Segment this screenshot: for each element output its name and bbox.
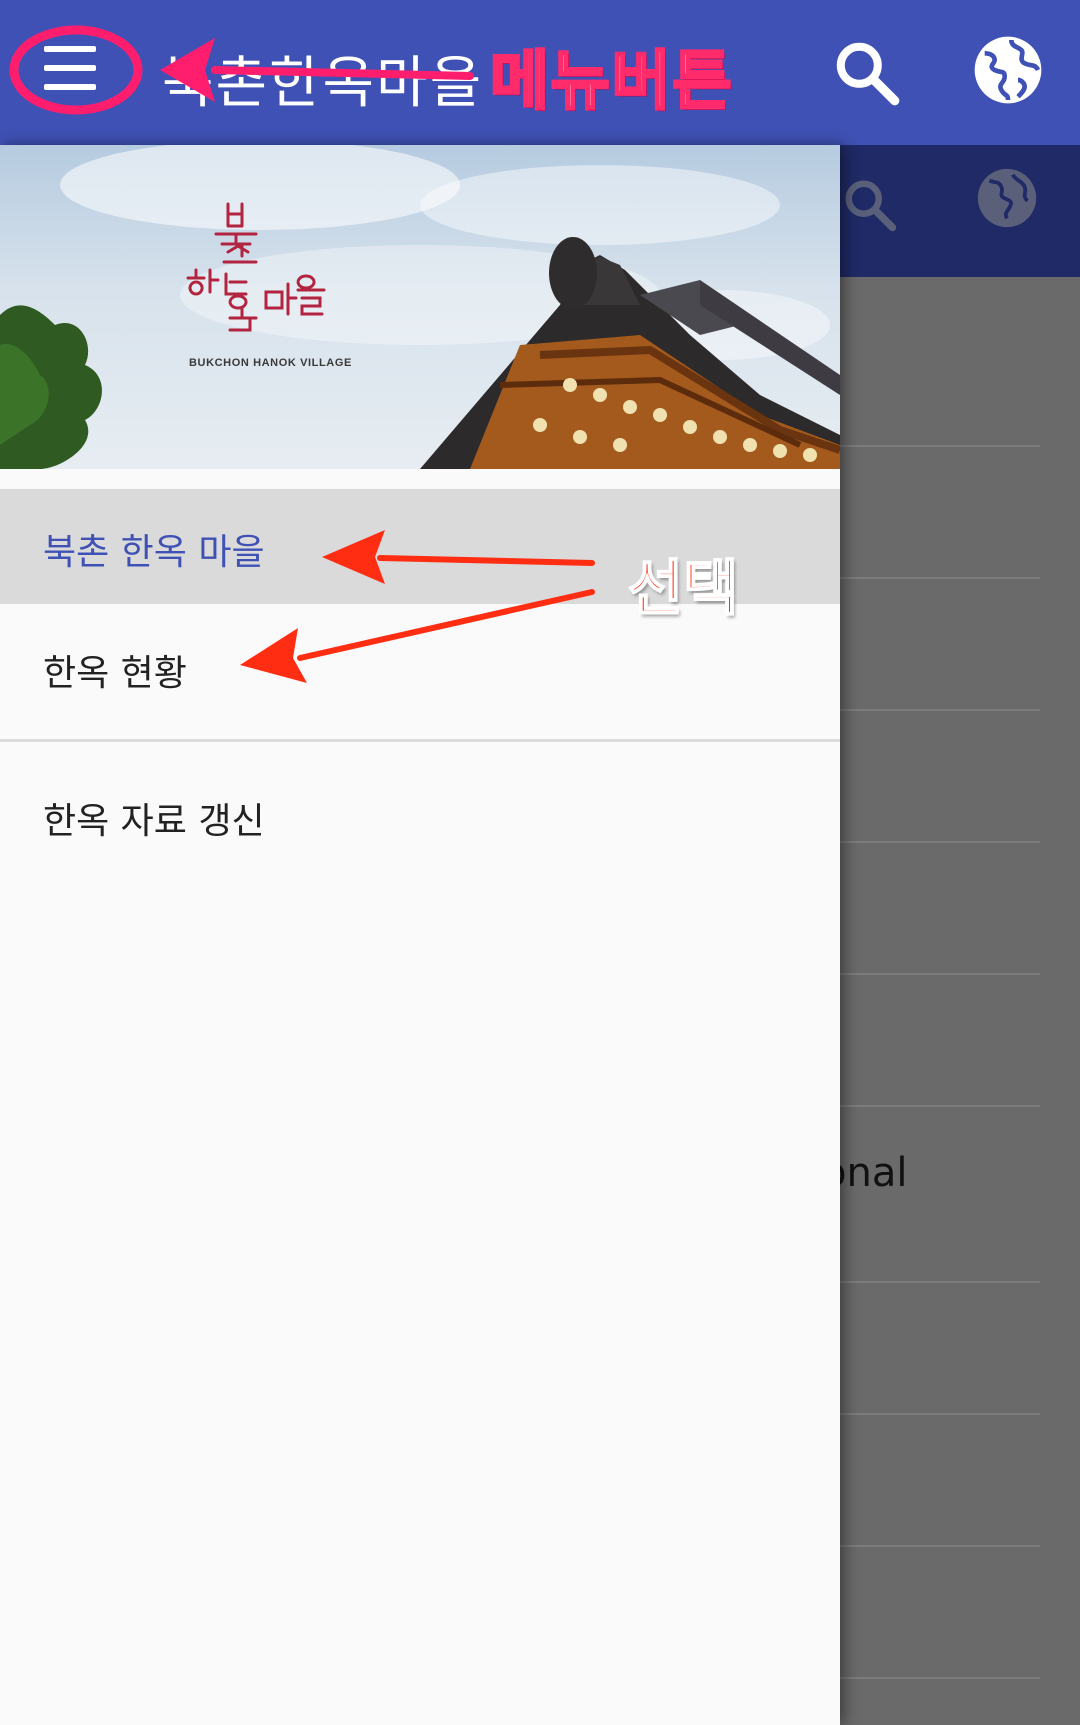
background-divider: [830, 1413, 1040, 1415]
select-annotation: 선택: [627, 553, 739, 625]
background-globe-icon: [977, 168, 1037, 228]
nav-item-label: 한옥 자료 갱신: [43, 801, 265, 842]
drawer-header: BUKCHON HANOK VILLAGE: [0, 145, 840, 469]
search-icon: [836, 42, 900, 106]
globe-icon: [974, 36, 1042, 104]
background-divider: [830, 577, 1040, 579]
menu-button-annotation: 메뉴버튼: [489, 44, 734, 121]
background-divider: [830, 841, 1040, 843]
background-divider: [830, 1105, 1040, 1107]
background-divider: [830, 445, 1040, 447]
background-divider: [830, 709, 1040, 711]
logo-subtitle: BUKCHON HANOK VILLAGE: [189, 357, 352, 369]
nav-item-hanok-data-update[interactable]: 한옥 자료 갱신: [0, 742, 840, 872]
background-search-icon: [845, 180, 897, 232]
nav-item-label: 북촌 한옥 마을: [43, 532, 265, 573]
background-divider: [830, 1281, 1040, 1283]
hamburger-menu-icon: [44, 46, 96, 52]
menu-button[interactable]: [40, 46, 100, 96]
hanok-roof-image: [420, 237, 840, 469]
background-divider: [830, 1677, 1040, 1679]
language-button[interactable]: [968, 30, 1042, 104]
bukchon-logo: [186, 202, 326, 332]
nav-item-label: 한옥 현황: [43, 653, 187, 694]
navigation-drawer: BUKCHON HANOK VILLAGE 북촌 한옥 마을 한옥 현황 한옥 …: [0, 145, 840, 1725]
background-divider: [830, 973, 1040, 975]
search-button[interactable]: [830, 36, 904, 110]
app-title: 북촌한옥마을: [162, 51, 484, 116]
background-divider: [830, 1545, 1040, 1547]
